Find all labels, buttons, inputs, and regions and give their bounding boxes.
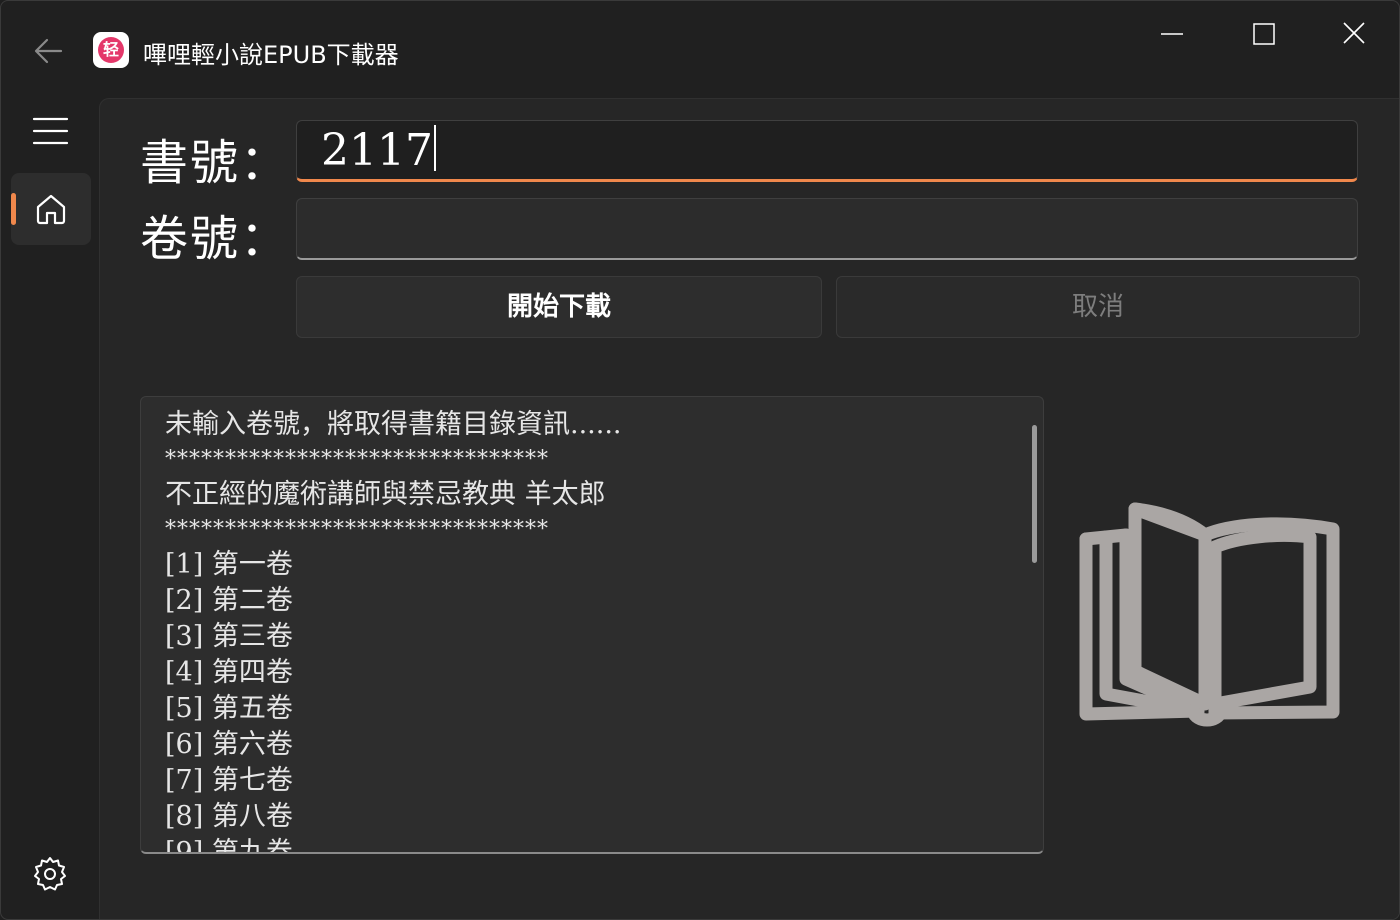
app-logo: 轻 [93,32,129,68]
start-download-button[interactable]: 開始下載 [296,276,822,338]
log-line: [8] 第八卷 [165,801,293,832]
log-line: [3] 第三卷 [165,621,293,652]
log-line: 未輸入卷號，將取得書籍目錄資訊...... [165,409,622,440]
log-lines: 未輸入卷號，將取得書籍目錄資訊...... *******************… [165,407,1005,854]
maximize-icon [1253,23,1275,45]
app-logo-glyph: 轻 [98,37,124,63]
log-line: [1] 第一卷 [165,549,293,580]
minimize-icon [1161,33,1183,35]
hamburger-icon [32,117,69,145]
home-icon [36,194,66,225]
log-line: ******************************** [165,517,549,542]
book-id-value: 2117 [321,125,436,176]
open-book-icon [1079,502,1340,727]
minimize-button[interactable] [1149,15,1195,55]
log-line: 不正經的魔術講師與禁忌教典 羊太郎 [165,479,606,510]
title-bar: 轻 嗶哩輕小說EPUB下載器 [1,1,1399,97]
text-caret [433,125,436,171]
book-id-label: 書號： [140,135,291,191]
close-icon [1343,22,1365,44]
arrow-left-icon [34,38,63,64]
log-line: [2] 第二卷 [165,585,293,616]
selection-indicator [11,193,16,225]
book-id-input[interactable]: 2117 [296,120,1358,182]
main-content: 書號： 2117 卷號： 開始下載 取消 未輸入卷號，將取得書籍目錄資訊....… [99,98,1399,919]
maximize-button[interactable] [1241,15,1287,55]
log-scrollbar[interactable] [1032,425,1037,563]
log-line: [4] 第四卷 [165,657,293,688]
app-window: 轻 嗶哩輕小說EPUB下載器 書號： 2117 卷號： 開始下載 取消 未輸入卷… [0,0,1400,920]
log-line: [7] 第七卷 [165,765,293,796]
log-line: ******************************** [165,447,549,472]
volume-id-label: 卷號： [140,211,291,267]
back-button[interactable] [29,31,69,71]
nav-item-home[interactable] [11,173,91,245]
log-output[interactable]: 未輸入卷號，將取得書籍目錄資訊...... *******************… [140,396,1044,854]
gear-icon [34,857,66,891]
settings-button[interactable] [29,853,71,895]
window-title: 嗶哩輕小說EPUB下載器 [143,41,399,69]
nav-menu-button[interactable] [31,113,71,149]
close-button[interactable] [1331,15,1377,55]
log-line: [5] 第五卷 [165,693,293,724]
volume-id-input[interactable] [296,198,1358,260]
log-line: [6] 第六卷 [165,729,293,760]
log-line: [9] 第九卷 [165,837,293,854]
cancel-button[interactable]: 取消 [836,276,1360,338]
